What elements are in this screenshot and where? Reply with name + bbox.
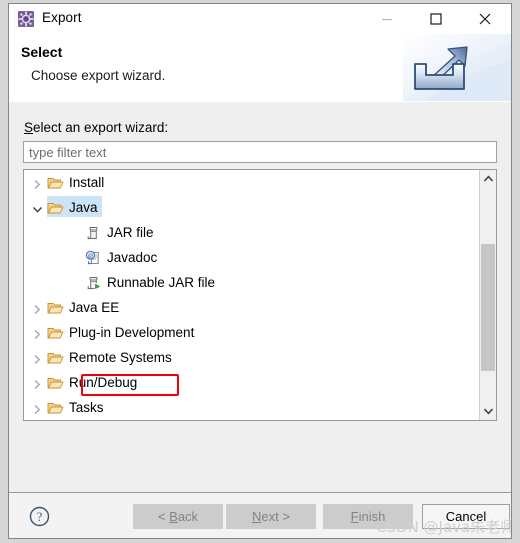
tree-item-run-debug[interactable]: Run/Debug bbox=[24, 370, 480, 395]
tree-vertical-scrollbar[interactable] bbox=[479, 170, 496, 420]
chevron-right-icon[interactable] bbox=[32, 402, 43, 414]
export-wizard-tree[interactable]: Install Java JAR file @ Javadoc Runnable JAR … bbox=[23, 169, 497, 421]
tree-item-label: Javadoc bbox=[107, 250, 158, 265]
jar-file-icon bbox=[87, 226, 98, 239]
tree-item-label: Runnable JAR file bbox=[107, 275, 216, 290]
tree-item-remote-systems[interactable]: Remote Systems bbox=[24, 345, 480, 370]
back-button: < Back bbox=[133, 504, 223, 529]
page-subtitle: Choose export wizard. bbox=[31, 68, 166, 83]
chevron-right-icon[interactable] bbox=[32, 327, 43, 339]
scroll-up-button[interactable] bbox=[480, 170, 496, 187]
button-label-accelerator: F bbox=[350, 509, 359, 524]
tree-item-label: Java EE bbox=[69, 300, 120, 315]
runnable-jar-icon bbox=[87, 276, 101, 290]
button-label-accelerator: B bbox=[169, 509, 178, 524]
scroll-down-button[interactable] bbox=[480, 403, 496, 420]
button-label-rest: ack bbox=[177, 509, 199, 524]
finish-button: Finish bbox=[323, 504, 413, 529]
tree-item-label: JAR file bbox=[107, 225, 154, 240]
chevron-right-icon[interactable] bbox=[32, 352, 43, 364]
close-button[interactable] bbox=[462, 4, 507, 34]
label-accelerator: S bbox=[24, 120, 34, 135]
folder-icon bbox=[47, 402, 64, 413]
minimize-icon bbox=[381, 19, 392, 21]
tree-item-java-ee[interactable]: Java EE bbox=[24, 295, 480, 320]
tree-item-label: Install bbox=[69, 175, 105, 190]
chevron-right-icon[interactable] bbox=[32, 177, 43, 189]
title-bar: Export bbox=[9, 4, 511, 34]
tree-item-runnable-jar-file[interactable]: Runnable JAR file bbox=[24, 270, 480, 295]
wizard-body: Select an export wizard: Install Java JAR … bbox=[9, 102, 511, 493]
button-label-accelerator: N bbox=[252, 509, 262, 524]
tree-item-label: Remote Systems bbox=[69, 350, 172, 365]
svg-text:?: ? bbox=[37, 510, 43, 524]
label-rest: elect an export wizard: bbox=[33, 120, 169, 135]
chevron-right-icon[interactable] bbox=[32, 302, 43, 314]
folder-icon bbox=[47, 352, 64, 363]
tree-item-java[interactable]: Java bbox=[24, 195, 480, 220]
button-label-rest: Cancel bbox=[445, 509, 487, 524]
folder-open-icon bbox=[47, 202, 64, 213]
folder-icon bbox=[47, 377, 64, 388]
dialog-button-bar: ? < Back Next > Finish Cancel bbox=[9, 493, 511, 538]
tree-list[interactable]: Install Java JAR file @ Javadoc Runnable JAR … bbox=[24, 170, 480, 420]
chevron-right-icon[interactable] bbox=[32, 377, 43, 389]
javadoc-icon: @ bbox=[85, 250, 99, 264]
tree-item-tasks[interactable]: Tasks bbox=[24, 395, 480, 420]
tree-item-javadoc[interactable]: @ Javadoc bbox=[24, 245, 480, 270]
export-arrow-tray-icon bbox=[403, 34, 511, 101]
svg-text:@: @ bbox=[88, 253, 94, 259]
window-title: Export bbox=[42, 10, 82, 25]
tree-item-jar-file[interactable]: JAR file bbox=[24, 220, 480, 245]
help-icon: ? bbox=[29, 506, 50, 527]
chevron-up-icon bbox=[483, 175, 493, 182]
cancel-button[interactable]: Cancel bbox=[422, 504, 510, 529]
tree-item-label: Java bbox=[69, 200, 98, 215]
scroll-thumb[interactable] bbox=[481, 244, 495, 371]
export-dialog-window: Export Select Choose export wizard. Sele… bbox=[8, 3, 512, 539]
tree-item-label: Plug-in Development bbox=[69, 325, 195, 340]
maximize-icon bbox=[429, 13, 442, 25]
filter-input[interactable] bbox=[23, 141, 497, 163]
chevron-down-icon[interactable] bbox=[32, 202, 43, 213]
wizard-header: Select Choose export wizard. bbox=[9, 34, 511, 103]
select-wizard-label: Select an export wizard: bbox=[24, 120, 168, 135]
chevron-down-icon bbox=[483, 408, 493, 415]
folder-icon bbox=[47, 302, 64, 313]
button-label-prefix: < bbox=[157, 509, 170, 524]
tree-item-plug-in-development[interactable]: Plug-in Development bbox=[24, 320, 480, 345]
close-icon bbox=[479, 13, 490, 25]
tree-item-install[interactable]: Install bbox=[24, 170, 480, 195]
button-label-rest: ext > bbox=[261, 509, 290, 524]
tree-item-label: Run/Debug bbox=[69, 375, 138, 390]
export-wizard-icon bbox=[18, 11, 34, 27]
minimize-button[interactable] bbox=[364, 4, 409, 34]
page-title: Select bbox=[21, 44, 63, 60]
folder-icon bbox=[47, 327, 64, 338]
button-label-rest: inish bbox=[358, 509, 386, 524]
tree-item-label: Tasks bbox=[69, 400, 104, 415]
folder-icon bbox=[47, 177, 64, 188]
maximize-button[interactable] bbox=[413, 4, 458, 34]
next-button: Next > bbox=[226, 504, 316, 529]
help-button[interactable]: ? bbox=[29, 506, 50, 527]
